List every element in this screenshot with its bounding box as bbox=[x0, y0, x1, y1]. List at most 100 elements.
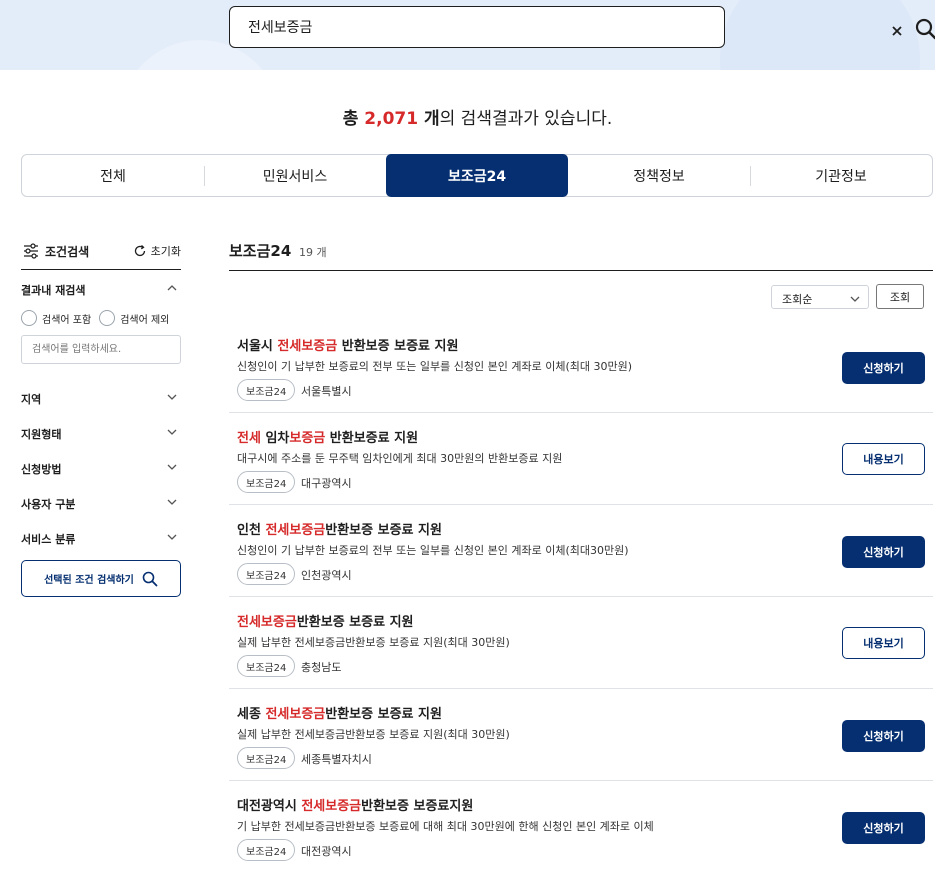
item-title-highlight: 전세보증금 bbox=[301, 799, 362, 814]
item-title-highlight: 전세보증금 bbox=[277, 339, 338, 354]
item-title-post: 반환보증료 지원 bbox=[325, 431, 419, 446]
filter-label: 사용자 구분 bbox=[21, 498, 76, 511]
item-title[interactable]: 서울시 전세보증금 반환보증 보증료 지원 bbox=[237, 335, 458, 354]
reset-label: 초기화 bbox=[150, 245, 181, 258]
item-title-highlight: 전세 bbox=[237, 431, 261, 446]
tab-civil-service[interactable]: 민원서비스 bbox=[204, 155, 386, 196]
list-item: 대전광역시 전세보증금반환보증 보증료지원기 납부한 전세보증금반환보증 보증료… bbox=[229, 781, 933, 873]
item-description: 기 납부한 전세보증금반환보증 보증료에 대해 최대 30만원에 한해 신청인 … bbox=[237, 820, 654, 833]
item-region: 대구광역시 bbox=[301, 477, 352, 490]
search-icon[interactable] bbox=[914, 17, 935, 41]
sidebar-title: 조건검색 bbox=[45, 245, 90, 259]
radio-circle bbox=[99, 310, 116, 326]
chevron-down-icon bbox=[167, 496, 177, 509]
apply-button[interactable]: 신청하기 bbox=[842, 536, 925, 568]
item-title[interactable]: 전세보증금반환보증 보증료 지원 bbox=[237, 611, 414, 630]
tab-institution[interactable]: 기관정보 bbox=[750, 155, 932, 196]
category-badge: 보조금24 bbox=[237, 655, 296, 677]
category-badge: 보조금24 bbox=[237, 379, 296, 401]
search-hero bbox=[0, 0, 935, 70]
result-count: 2,071 bbox=[364, 109, 419, 129]
filter-sliders-icon bbox=[23, 243, 39, 262]
sort-select[interactable]: 조회순 bbox=[771, 285, 869, 309]
tab-policy[interactable]: 정책정보 bbox=[568, 155, 750, 196]
list-item: 전세보증금반환보증 보증료 지원실제 납부한 전세보증금반환보증 보증료 지원(… bbox=[229, 597, 933, 689]
search-box bbox=[229, 6, 935, 48]
item-title[interactable]: 전세 임차보증금 반환보증료 지원 bbox=[237, 427, 418, 446]
include-radio[interactable]: 검색어 포함 bbox=[21, 310, 91, 326]
list-item: 서울시 전세보증금 반환보증 보증료 지원신청인이 기 납부한 보증료의 전부 … bbox=[229, 321, 933, 413]
filter-service-category[interactable]: 서비스 분류 bbox=[21, 519, 181, 554]
item-region: 서울특별시 bbox=[301, 385, 352, 398]
item-region: 충청남도 bbox=[301, 661, 342, 674]
tab-subsidy24[interactable]: 보조금24 bbox=[386, 154, 568, 197]
list-item: 전세 임차보증금 반환보증료 지원대구시에 주소를 둔 무주택 임차인에게 최대… bbox=[229, 413, 933, 505]
result-list-panel: 보조금24 19 개 조회순 조회 bbox=[229, 238, 933, 309]
list-title: 보조금24 bbox=[229, 242, 292, 260]
category-badge: 보조금24 bbox=[237, 563, 296, 585]
refine-section-header[interactable]: 결과내 재검색 bbox=[21, 270, 181, 305]
filter-label: 지원형태 bbox=[21, 428, 62, 441]
summary-prefix: 총 bbox=[342, 109, 365, 129]
tab-all[interactable]: 전체 bbox=[22, 155, 204, 196]
chevron-down-icon bbox=[167, 426, 177, 439]
item-region: 인천광역시 bbox=[301, 569, 352, 582]
chevron-down-icon bbox=[167, 461, 177, 474]
filter-label: 신청방법 bbox=[21, 463, 62, 476]
item-title[interactable]: 대전광역시 전세보증금반환보증 보증료지원 bbox=[237, 795, 473, 814]
filter-label: 서비스 분류 bbox=[21, 533, 76, 546]
filter-support-type[interactable]: 지원형태 bbox=[21, 414, 181, 449]
include-label: 검색어 포함 bbox=[42, 314, 92, 326]
chevron-down-icon bbox=[167, 531, 177, 544]
exclude-radio[interactable]: 검색어 제외 bbox=[99, 310, 169, 326]
sort-value: 조회순 bbox=[782, 293, 813, 306]
sort-apply-button[interactable]: 조회 bbox=[876, 284, 924, 309]
exclude-label: 검색어 제외 bbox=[120, 314, 170, 326]
item-title-post: 반환보증 보증료 지원 bbox=[296, 615, 414, 630]
item-title[interactable]: 세종 전세보증금반환보증 보증료 지원 bbox=[237, 703, 442, 722]
apply-button[interactable]: 신청하기 bbox=[842, 352, 925, 384]
refresh-icon bbox=[134, 245, 145, 257]
item-title-highlight: 전세보증금 bbox=[265, 523, 326, 538]
list-item: 세종 전세보증금반환보증 보증료 지원 실제 납부한 전세보증금반환보증 보증료 … bbox=[229, 689, 933, 781]
filter-user-type[interactable]: 사용자 구분 bbox=[21, 484, 181, 519]
view-details-button[interactable]: 내용보기 bbox=[842, 627, 925, 659]
clear-search-icon[interactable] bbox=[890, 23, 904, 37]
search-selected-filters-button[interactable]: 선택된 조건 검색하기 bbox=[21, 560, 181, 597]
filter-label: 지역 bbox=[21, 393, 42, 406]
refine-mode-radios: 검색어 포함 검색어 제외 bbox=[21, 310, 169, 326]
item-title-highlight: 전세보증금 bbox=[265, 707, 326, 722]
item-title-pre: 세종 bbox=[237, 707, 266, 722]
item-title-post: 반환보증 보증료 지원 bbox=[325, 707, 442, 722]
item-title-post: 반환보증 보증료 지원 bbox=[325, 523, 442, 538]
refine-search-input[interactable] bbox=[21, 335, 181, 364]
search-input[interactable] bbox=[248, 16, 648, 38]
category-badge: 보조금24 bbox=[237, 747, 296, 769]
apply-button[interactable]: 신청하기 bbox=[842, 812, 925, 844]
item-region: 세종특별자치시 bbox=[301, 753, 372, 766]
refine-label: 결과내 재검색 bbox=[21, 284, 86, 297]
filter-apply-method[interactable]: 신청방법 bbox=[21, 449, 181, 484]
filter-sidebar: 조건검색 초기화 결과내 재검색 검색어 포함 검색어 제외 지역 지원형태 신… bbox=[21, 238, 181, 597]
list-header: 보조금24 19 개 bbox=[229, 238, 933, 271]
item-title-highlight: 전세보증금 bbox=[237, 615, 297, 630]
chevron-down-icon bbox=[850, 293, 860, 306]
filter-region[interactable]: 지역 bbox=[21, 379, 181, 414]
reset-button[interactable]: 초기화 bbox=[133, 243, 181, 259]
category-tabs: 전체 민원서비스 보조금24 정책정보 기관정보 bbox=[21, 154, 933, 197]
result-summary: 총 2,071 개의 검색결과가 있습니다. bbox=[0, 104, 935, 129]
item-title-pre: 인천 bbox=[237, 523, 266, 538]
view-details-button[interactable]: 내용보기 bbox=[842, 443, 925, 475]
item-description: 신청인이 기 납부한 보증료의 전부 또는 일부를 신청인 본인 계좌로 이체(… bbox=[237, 360, 632, 373]
chevron-down-icon bbox=[167, 391, 177, 404]
item-description: 실제 납부한 전세보증금반환보증 보증료 지원(최대 30만원) bbox=[237, 636, 510, 649]
item-title-post: 임차 bbox=[260, 431, 290, 446]
item-description: 대구시에 주소를 둔 무주택 임차인에게 최대 30만원의 반환보증료 지원 bbox=[237, 452, 563, 465]
item-description: 신청인이 기 납부한 보증료의 전부 또는 일부를 신청인 본인 계좌로 이체(… bbox=[237, 544, 629, 557]
item-title-highlight: 보증금 bbox=[289, 431, 326, 446]
chevron-up-icon bbox=[167, 282, 177, 295]
apply-button[interactable]: 신청하기 bbox=[842, 720, 925, 752]
item-title[interactable]: 인천 전세보증금반환보증 보증료 지원 bbox=[237, 519, 442, 538]
item-title-post: 반환보증 보증료지원 bbox=[361, 799, 474, 814]
category-badge: 보조금24 bbox=[237, 471, 296, 493]
